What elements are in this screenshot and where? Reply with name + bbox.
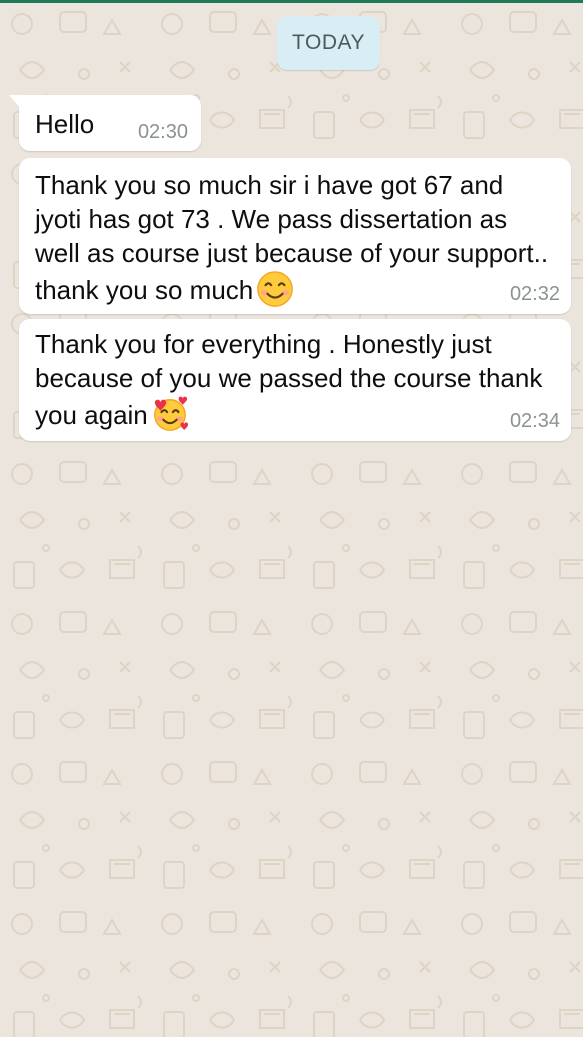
message-time: 02:32	[509, 283, 560, 305]
message-time: 02:34	[509, 410, 560, 432]
message-text: Thank you so much sir i have got 67 and …	[35, 168, 555, 308]
bubble-tail	[9, 95, 21, 109]
message-bubble[interactable]: Thank you for everything . Honestly just…	[19, 319, 571, 441]
chat-wallpaper	[0, 0, 583, 1037]
date-divider-label: TODAY	[292, 31, 365, 54]
date-divider: TODAY	[277, 16, 380, 70]
smiling-face-with-hearts-icon	[153, 396, 188, 431]
message-text-content: Thank you for everything . Honestly just…	[35, 329, 550, 430]
message-bubble[interactable]: Thank you so much sir i have got 67 and …	[19, 158, 571, 314]
message-time: 02:30	[137, 121, 188, 143]
smiling-face-icon	[257, 271, 294, 307]
message-text: Thank you for everything . Honestly just…	[35, 327, 555, 433]
top-bar-edge	[0, 0, 583, 3]
message-bubble[interactable]: Hello 02:30	[9, 95, 201, 151]
message-text-content: Thank you so much sir i have got 67 and …	[35, 170, 556, 305]
